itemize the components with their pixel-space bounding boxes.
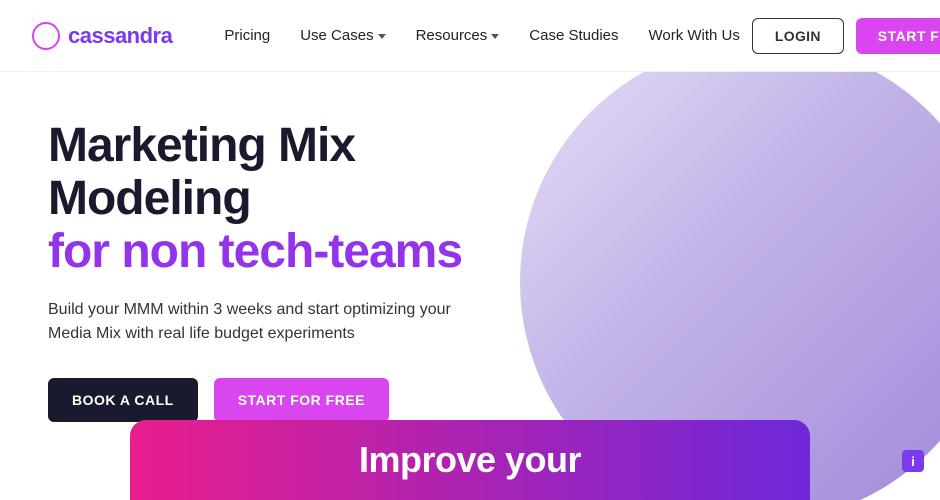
hero-subtitle: Build your MMM within 3 weeks and start … (48, 298, 468, 346)
hero-title-line2: for non tech-teams (48, 226, 568, 279)
logo[interactable]: cassandra (32, 22, 172, 50)
chevron-down-icon (378, 34, 386, 39)
nav-item-case-studies[interactable]: Case Studies (517, 19, 630, 52)
start-for-free-button[interactable]: START FOR FREE (856, 18, 940, 54)
bottom-banner: Improve your (130, 420, 810, 500)
chevron-down-icon (491, 34, 499, 39)
login-button[interactable]: LOGIN (752, 18, 844, 54)
nav-item-resources[interactable]: Resources (404, 19, 512, 52)
hero-content: Marketing Mix Modeling for non tech-team… (48, 120, 568, 422)
bottom-banner-text: Improve your (359, 439, 581, 481)
hero-cta: BOOK A CALL START FOR FREE (48, 378, 568, 422)
nav-item-use-cases[interactable]: Use Cases (288, 19, 397, 52)
hero-title-line1: Marketing Mix Modeling (48, 120, 568, 226)
hero-start-for-free-button[interactable]: START FOR FREE (214, 378, 389, 422)
nav-actions: LOGIN START FOR FREE (752, 18, 940, 54)
hero-section: Marketing Mix Modeling for non tech-team… (0, 72, 940, 500)
nav-item-work-with-us[interactable]: Work With Us (637, 19, 752, 52)
main-nav: Pricing Use Cases Resources Case Studies… (212, 19, 752, 52)
nav-item-pricing[interactable]: Pricing (212, 19, 282, 52)
logo-icon (32, 22, 60, 50)
book-a-call-button[interactable]: BOOK A CALL (48, 378, 198, 422)
header: cassandra Pricing Use Cases Resources Ca… (0, 0, 940, 72)
logo-text: cassandra (68, 23, 172, 49)
info-button[interactable]: i (902, 450, 924, 472)
